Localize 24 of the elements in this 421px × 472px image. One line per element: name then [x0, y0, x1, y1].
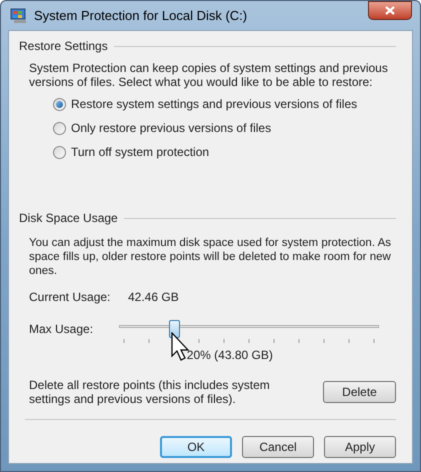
dialog-button[interactable]: OK — [160, 436, 232, 458]
dialog-button[interactable]: Apply — [324, 436, 396, 458]
max-usage-reading: 20% (43.80 GB) — [186, 347, 274, 364]
description-text: System Protection can keep copies of system settings and previous versions of files. Select what you would like to be able to restore: — [29, 61, 389, 89]
window-title: System Protection for Local Disk (C:) — [34, 6, 248, 25]
current-usage-value: 42.46 GB — [128, 289, 179, 306]
radio-button[interactable] — [53, 122, 66, 134]
close-button[interactable] — [368, 1, 412, 20]
current-usage-label: Current Usage: — [29, 289, 112, 306]
delete-description: Delete all restore points (this includes system settings and previous versions of files). — [29, 378, 271, 406]
radio-button[interactable] — [53, 146, 66, 158]
description-text: You can adjust the maximum disk space used for system protection. As space fills up, older restore points will be deleted to make room for new ones. — [29, 236, 392, 278]
max-usage-slider[interactable] — [119, 320, 379, 344]
group-heading: Restore Settings — [19, 38, 108, 55]
max-usage-label: Max Usage: — [29, 321, 94, 338]
group-heading: Disk Space Usage — [19, 210, 118, 227]
close-icon — [385, 6, 395, 15]
computer-icon — [10, 8, 28, 24]
radio-label[interactable]: Turn off system protection — [71, 143, 210, 161]
radio-button[interactable] — [53, 98, 66, 110]
dialog-button[interactable]: Cancel — [242, 436, 314, 458]
delete-button[interactable]: Delete — [323, 381, 396, 403]
radio-label[interactable]: Only restore previous versions of files — [71, 119, 272, 137]
radio-label[interactable]: Restore system settings and previous versions of files — [71, 95, 358, 113]
